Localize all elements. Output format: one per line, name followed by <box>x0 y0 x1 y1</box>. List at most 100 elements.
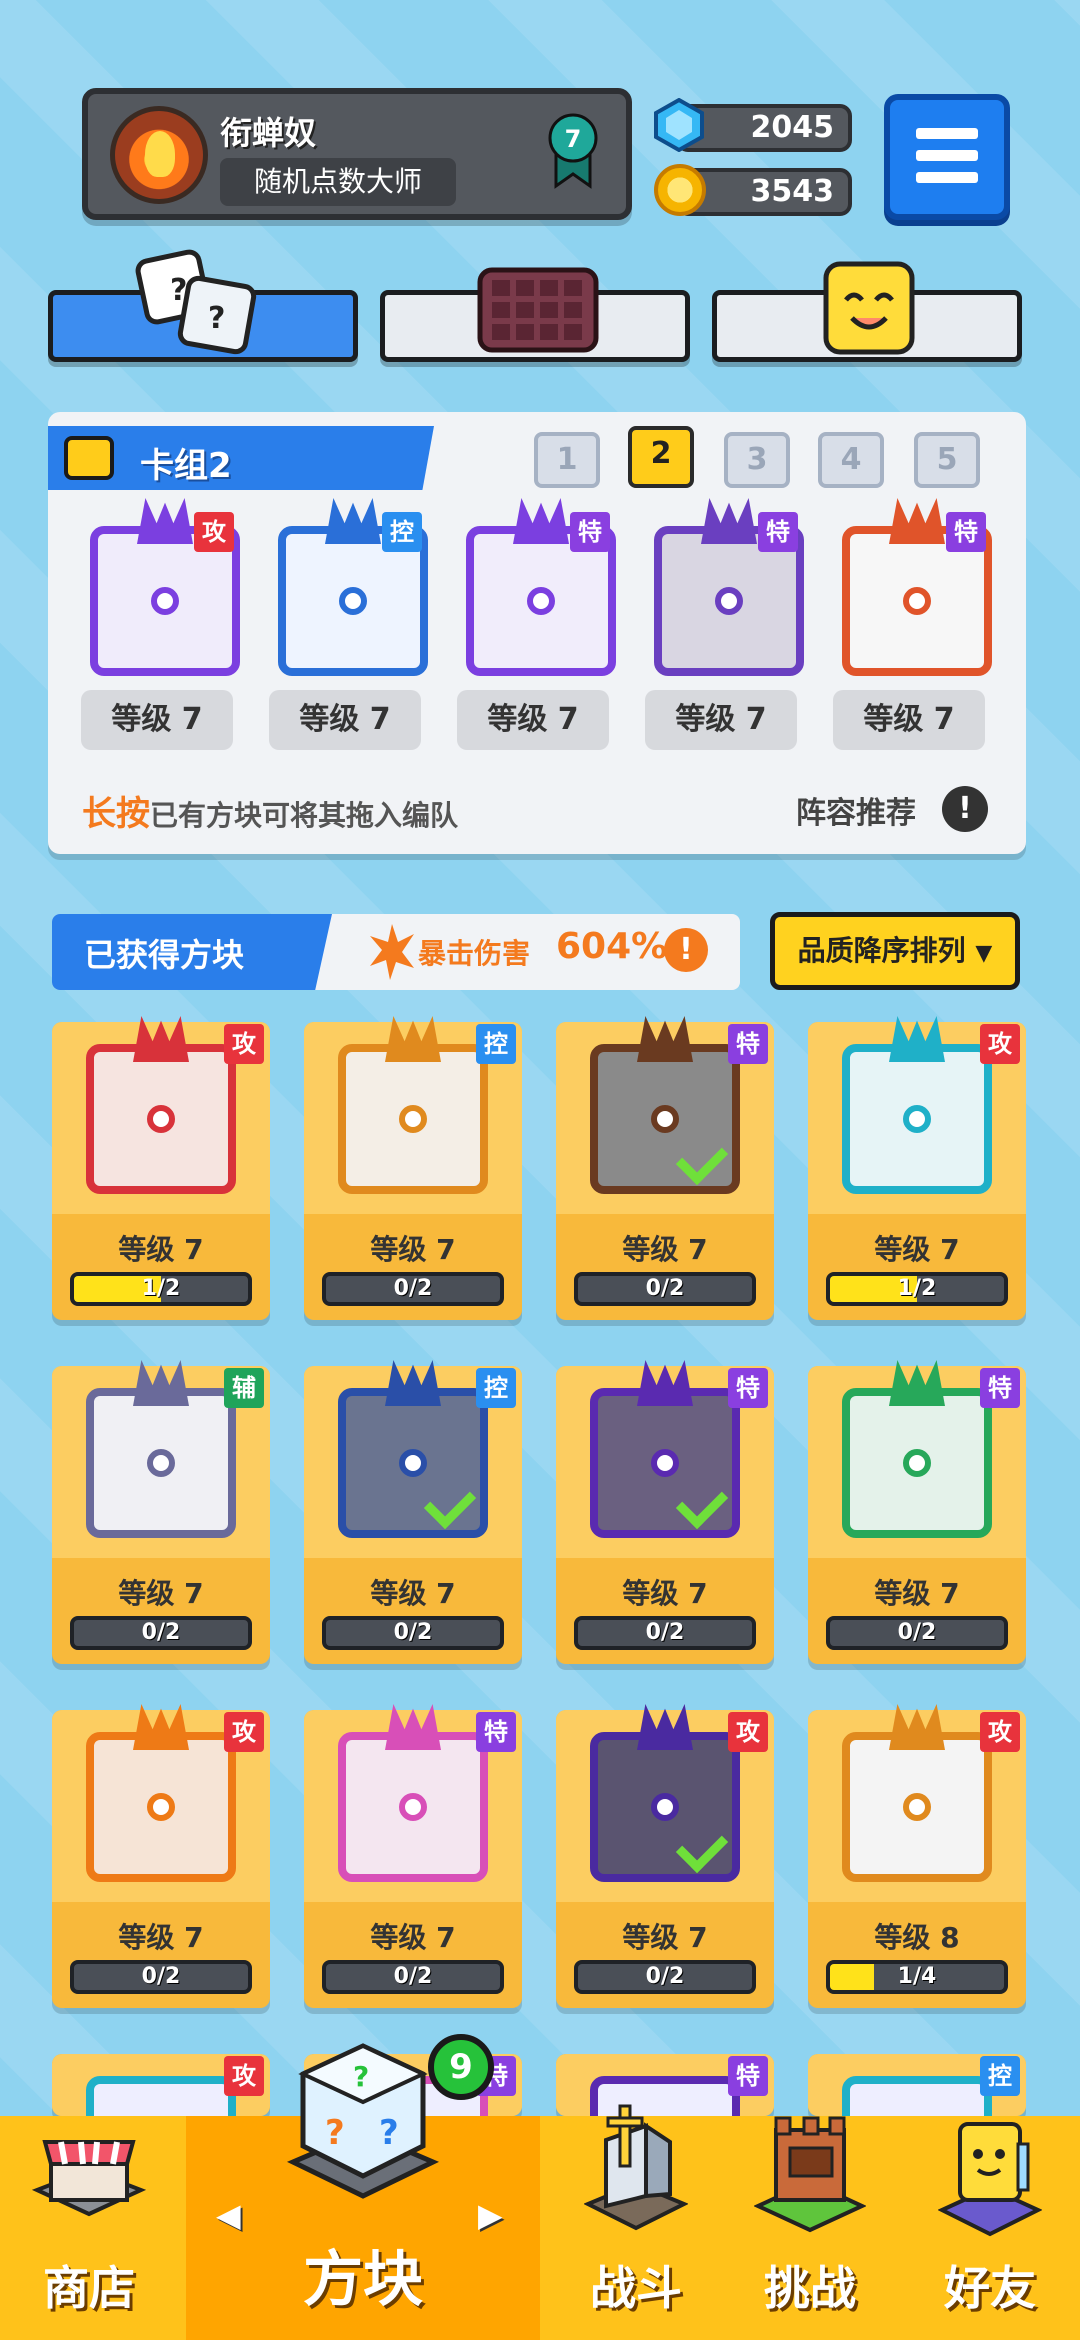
block-card[interactable]: 攻等级 7 0/2 <box>52 1704 270 2008</box>
block-core-icon <box>527 587 555 615</box>
upgrade-progress-bar: 1/2 <box>826 1272 1008 1306</box>
block-level: 等级 7 <box>874 1233 960 1266</box>
smiley-block-icon <box>823 261 915 355</box>
arrow-left-icon[interactable]: ◀ <box>216 2196 241 2234</box>
dragon-crest-icon <box>385 1360 441 1406</box>
dragon-crest-icon <box>133 1360 189 1406</box>
block-card[interactable]: 特等级 7 0/2 <box>304 1704 522 2008</box>
block-art <box>842 1016 992 1194</box>
crit-info-icon[interactable]: ! <box>664 928 708 972</box>
deck-slot[interactable]: 攻 <box>82 496 240 676</box>
block-card[interactable]: 攻等级 7 1/2 <box>808 1016 1026 1320</box>
block-level: 等级 7 <box>370 1233 456 1266</box>
block-card[interactable]: 特等级 7 0/2 <box>556 1016 774 1320</box>
block-core-icon <box>147 1449 175 1477</box>
nav-blocks-label: 方块 <box>303 2245 423 2315</box>
hint-text: 已有方块可将其拖入编队 <box>150 799 459 832</box>
drag-hint: 长按已有方块可将其拖入编队 <box>82 786 458 835</box>
coin-count: 3543 <box>750 174 835 209</box>
nav-friends[interactable]: 好友 <box>900 2116 1080 2340</box>
upgrade-progress-bar: 0/2 <box>574 1616 756 1650</box>
progress-text: 0/2 <box>393 1276 433 1301</box>
block-card[interactable]: 控 <box>808 2054 1026 2116</box>
dragon-crest-icon <box>385 1704 441 1750</box>
player-profile-panel[interactable]: 衔蝉奴 随机点数大师 7 <box>82 88 632 220</box>
dragon-crest-icon <box>637 1016 693 1062</box>
deck-number-4[interactable]: 4 <box>818 432 884 488</box>
block-level: 等级 7 <box>370 1921 456 1954</box>
progress-text: 0/2 <box>897 1620 937 1645</box>
upgrade-progress-bar: 0/2 <box>70 1960 252 1994</box>
block-art <box>842 1704 992 1882</box>
dragon-crest-icon <box>133 1704 189 1750</box>
deck-number-3[interactable]: 3 <box>724 432 790 488</box>
block-type-tag: 特 <box>758 512 798 552</box>
menu-button[interactable] <box>884 94 1010 220</box>
svg-text:?: ? <box>208 301 225 336</box>
progress-text: 1/2 <box>897 1276 937 1301</box>
block-type-tag: 攻 <box>194 512 234 552</box>
arrow-right-icon[interactable]: ▶ <box>478 2196 503 2234</box>
block-type-tag: 特 <box>570 512 610 552</box>
block-card[interactable]: 攻等级 7 0/2 <box>556 1704 774 2008</box>
deck-slot[interactable]: 特 <box>458 496 616 676</box>
dragon-crest-icon <box>889 1704 945 1750</box>
block-card[interactable]: 特等级 7 0/2 <box>556 1360 774 1664</box>
sort-dropdown[interactable]: 品质降序排列 ▼ <box>770 912 1020 990</box>
block-card[interactable]: 攻等级 8 1/4 <box>808 1704 1026 2008</box>
sort-label: 品质降序排列 <box>797 934 966 967</box>
nav-challenge[interactable]: 挑战 <box>722 2116 898 2340</box>
upgrade-progress-bar: 0/2 <box>322 1272 504 1306</box>
deck-slot[interactable]: 控 <box>270 496 428 676</box>
deck-number-1[interactable]: 1 <box>534 432 600 488</box>
nav-blocks[interactable]: ? ? ? ◀ ▶ 方块 <box>186 2043 540 2340</box>
alert-icon[interactable]: ! <box>942 786 988 832</box>
gem-icon <box>654 98 704 152</box>
block-card[interactable]: 特等级 7 0/2 <box>808 1360 1026 1664</box>
block-type-tag: 辅 <box>224 1368 264 1408</box>
pencil-icon[interactable] <box>64 436 114 480</box>
block-type-tag: 攻 <box>224 1712 264 1752</box>
block-level: 等级 7 <box>370 1577 456 1610</box>
block-card[interactable]: 辅等级 7 0/2 <box>52 1360 270 1664</box>
block-art <box>338 1016 488 1194</box>
owned-title: 已获得方块 <box>84 936 245 974</box>
block-card[interactable]: 控等级 7 0/2 <box>304 1360 522 1664</box>
progress-text: 0/2 <box>393 1964 433 1989</box>
block-level: 等级 7 <box>118 1921 204 1954</box>
block-card[interactable]: 攻 <box>52 2054 270 2116</box>
block-art <box>590 1704 740 1882</box>
block-core-icon <box>903 1449 931 1477</box>
upgrade-progress-bar: 0/2 <box>322 1960 504 1994</box>
block-type-tag: 攻 <box>728 1712 768 1752</box>
rank-badge-icon: 7 <box>548 113 598 189</box>
block-core-icon <box>651 1105 679 1133</box>
block-card[interactable]: 控等级 7 0/2 <box>304 1016 522 1320</box>
upgrade-progress-bar: 1/4 <box>826 1960 1008 1994</box>
block-type-tag: 控 <box>382 512 422 552</box>
deck-slot[interactable]: 特 <box>834 496 992 676</box>
battle-icon <box>584 2104 688 2231</box>
block-art <box>842 1360 992 1538</box>
lineup-recommend-button[interactable]: 阵容推荐 <box>796 788 916 832</box>
nav-shop-label: 商店 <box>43 2261 135 2315</box>
nav-challenge-label: 挑战 <box>764 2261 856 2315</box>
nav-shop[interactable]: 商店 <box>0 2116 178 2340</box>
block-art <box>86 1704 236 1882</box>
block-card[interactable]: 攻等级 7 1/2 <box>52 1016 270 1320</box>
avatar[interactable] <box>110 106 208 204</box>
deck-slot[interactable]: 特 <box>646 496 804 676</box>
progress-text: 0/2 <box>645 1964 685 1989</box>
deck-number-2[interactable]: 2 <box>628 426 694 488</box>
upgrade-progress-bar: 0/2 <box>70 1616 252 1650</box>
block-art <box>338 1360 488 1538</box>
svg-text:?: ? <box>325 2113 345 2153</box>
block-art <box>86 2076 236 2116</box>
nav-battle[interactable]: 战斗 <box>546 2104 726 2340</box>
deck-number-5[interactable]: 5 <box>914 432 980 488</box>
deck-slot-level: 等级 7 <box>833 690 985 750</box>
crit-label: 暴击伤害 <box>418 937 531 970</box>
dragon-crest-icon <box>385 1016 441 1062</box>
nav-battle-label: 战斗 <box>590 2261 682 2315</box>
progress-text: 0/2 <box>141 1964 181 1989</box>
